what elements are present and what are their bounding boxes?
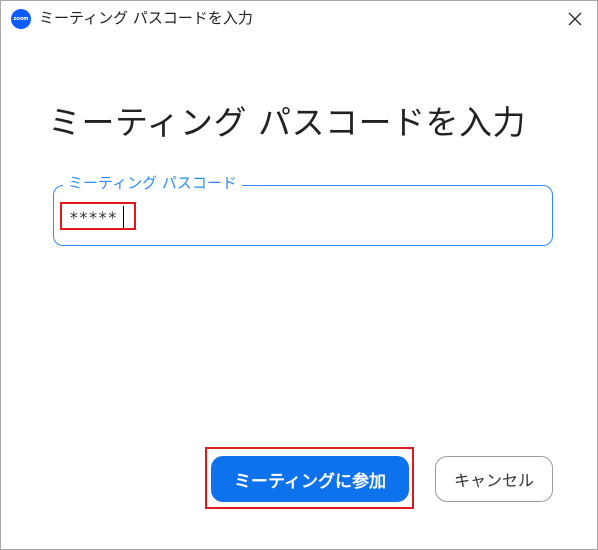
join-button-highlight-box xyxy=(205,447,414,509)
title-bar: zoom ミーティング パスコードを入力 xyxy=(1,1,597,37)
zoom-logo-icon: zoom xyxy=(11,9,31,29)
close-icon xyxy=(568,12,582,26)
passcode-highlight-box xyxy=(60,202,136,230)
passcode-field-label: ミーティング パスコード xyxy=(63,173,242,193)
close-button[interactable] xyxy=(563,7,587,31)
window-title: ミーティング パスコードを入力 xyxy=(39,9,253,27)
cancel-button[interactable]: キャンセル xyxy=(435,456,553,502)
passcode-input[interactable] xyxy=(69,206,529,228)
passcode-dialog-window: zoom ミーティング パスコードを入力 ミーティング パスコードを入力 ミーテ… xyxy=(0,0,598,550)
page-title: ミーティング パスコードを入力 xyxy=(48,103,527,142)
